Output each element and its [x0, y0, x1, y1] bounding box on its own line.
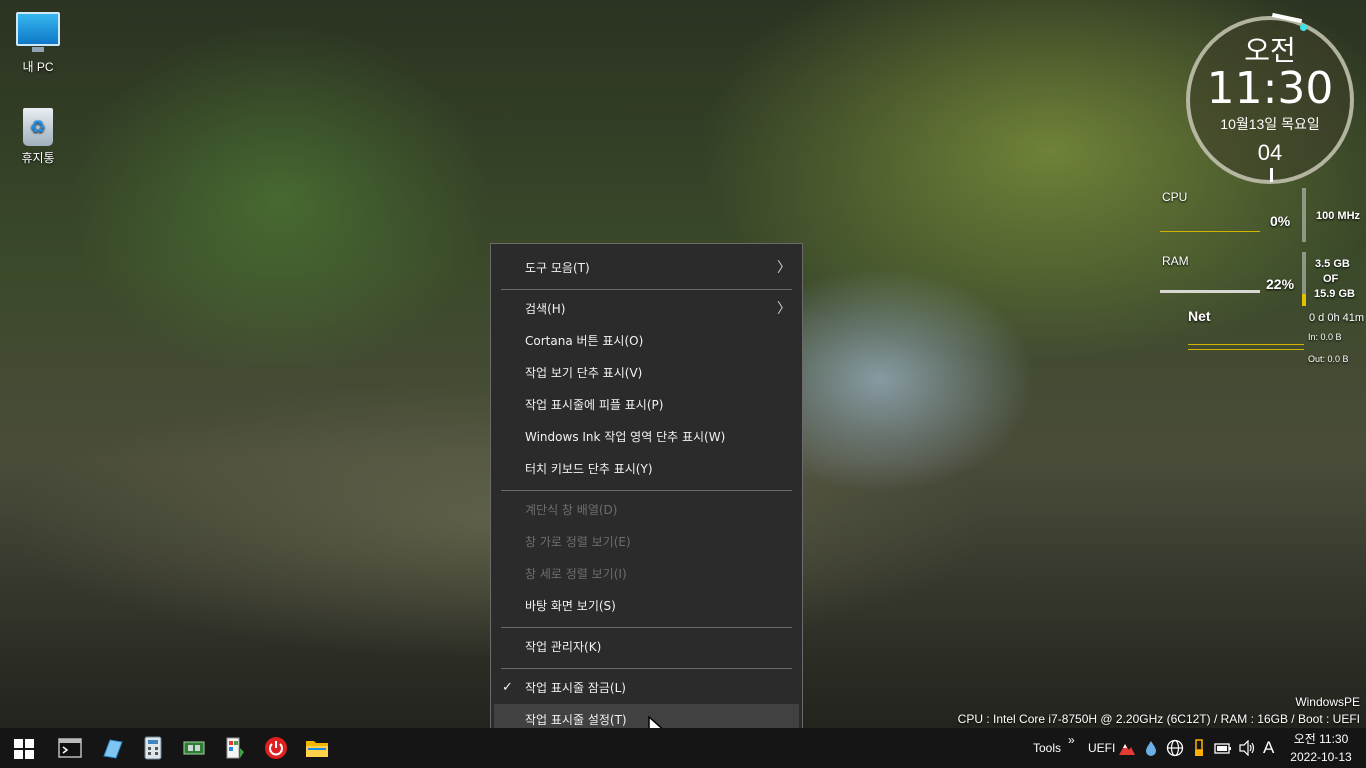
menu-item-label: 작업 표시줄 설정(T) — [525, 713, 627, 727]
clock-date: 10월13일 목요일 — [1220, 116, 1320, 132]
cpu-value: 0% — [1270, 213, 1291, 229]
menu-item-label: 작업 관리자(K) — [525, 640, 602, 654]
clock-widget: 오전 11:30 10월13일 목요일 04 — [1186, 12, 1354, 184]
battery-icon[interactable] — [1214, 741, 1232, 755]
menu-item-show-people[interactable]: 작업 표시줄에 피플 표시(P) — [494, 389, 799, 421]
windows-edition: WindowsPE — [1295, 695, 1360, 709]
system-specs: CPU : Intel Core i7-8750H @ 2.20GHz (6C1… — [957, 712, 1360, 726]
terminal-icon[interactable] — [58, 736, 82, 760]
clock-time: 11:30 — [1206, 63, 1334, 114]
menu-item-show-touch-keyboard[interactable]: 터치 키보드 단추 표시(Y) — [494, 453, 799, 485]
monitor-icon — [16, 12, 60, 52]
menu-separator — [501, 289, 792, 290]
toolbar-overflow-icon[interactable]: » — [1068, 720, 1075, 760]
ram-total: 15.9 GB — [1314, 288, 1355, 300]
usb-tray-icon[interactable] — [1192, 739, 1206, 757]
taskbar-date: 2022-10-13 — [1290, 750, 1352, 764]
net-graph-2 — [1188, 349, 1304, 350]
net-in: In: 0.0 B — [1308, 332, 1342, 342]
menu-item-label: 작업 표시줄 잠금(L) — [525, 681, 626, 695]
menu-separator — [501, 490, 792, 491]
seconds-arc — [1271, 12, 1303, 24]
desktop-icon-recycle-bin[interactable]: ♻ 휴지통 — [0, 108, 76, 166]
cpu-frequency: 100 MHz — [1316, 210, 1361, 222]
menu-item-label: 계단식 창 배열(D) — [525, 503, 618, 517]
volume-icon[interactable] — [1238, 740, 1256, 756]
power-icon[interactable] — [264, 736, 288, 760]
taskbar: Tools » UEFI A 오전 11:30 2022-10-13 — [0, 728, 1366, 768]
recycle-bin-icon: ♻ — [23, 108, 53, 146]
menu-item-label: 바탕 화면 보기(S) — [525, 599, 616, 613]
menu-item-search[interactable]: 검색(H) 〉 — [494, 293, 799, 325]
menu-item-cascade-windows: 계단식 창 배열(D) — [494, 494, 799, 526]
menu-item-show-desktop[interactable]: 바탕 화면 보기(S) — [494, 590, 799, 622]
clock-tick — [1270, 168, 1273, 182]
menu-item-show-cortana[interactable]: Cortana 버튼 표시(O) — [494, 325, 799, 357]
desktop-icon-label: 휴지통 — [21, 151, 55, 165]
menu-item-toolbars[interactable]: 도구 모음(T) 〉 — [494, 252, 799, 284]
menu-item-lock-taskbar[interactable]: ✓ 작업 표시줄 잠금(L) — [494, 672, 799, 704]
input-method-indicator[interactable]: A — [1263, 728, 1274, 768]
tools-toolbar-label[interactable]: Tools — [1033, 728, 1061, 768]
desktop-icon-this-pc[interactable]: 내 PC — [0, 12, 76, 75]
net-out: Out: 0.0 B — [1308, 354, 1349, 364]
ram-bar-fill — [1302, 294, 1306, 306]
chevron-right-icon: 〉 — [777, 301, 791, 317]
network-globe-icon[interactable] — [1166, 739, 1184, 757]
clock-seconds: 04 — [1257, 140, 1283, 165]
ram-value: 22% — [1266, 276, 1295, 292]
checkmark-icon: ✓ — [502, 680, 513, 695]
menu-item-show-ink-workspace[interactable]: Windows Ink 작업 영역 단추 표시(W) — [494, 421, 799, 453]
installer-icon[interactable] — [224, 736, 248, 760]
menu-separator — [501, 668, 792, 669]
ram-label: RAM — [1162, 254, 1189, 268]
taskbar-context-menu: 도구 모음(T) 〉 검색(H) 〉 Cortana 버튼 표시(O) 작업 보… — [490, 243, 803, 745]
ram-used: 3.5 GB — [1315, 258, 1350, 270]
folder-icon[interactable] — [305, 736, 329, 760]
notepad-icon[interactable] — [100, 736, 124, 760]
taskbar-clock[interactable]: 오전 11:30 2022-10-13 — [1285, 730, 1357, 766]
hardware-icon[interactable] — [182, 736, 206, 760]
ram-bar — [1302, 252, 1306, 306]
mountain-tray-icon[interactable] — [1118, 740, 1136, 756]
uptime: 0 d 0h 41m — [1309, 312, 1365, 324]
menu-item-label: 창 가로 정렬 보기(E) — [525, 535, 631, 549]
desktop-icon-label: 내 PC — [22, 60, 54, 74]
menu-item-stack-windows: 창 가로 정렬 보기(E) — [494, 526, 799, 558]
menu-item-side-by-side: 창 세로 정렬 보기(I) — [494, 558, 799, 590]
menu-item-label: 작업 표시줄에 피플 표시(P) — [525, 398, 664, 412]
cpu-bar — [1302, 188, 1306, 242]
drop-tray-icon[interactable] — [1144, 740, 1158, 756]
ram-graph — [1160, 290, 1260, 293]
ram-of: OF — [1323, 273, 1339, 285]
taskbar-time: 오전 11:30 — [1293, 732, 1349, 746]
menu-item-label: Windows Ink 작업 영역 단추 표시(W) — [525, 430, 726, 444]
menu-item-task-manager[interactable]: 작업 관리자(K) — [494, 631, 799, 663]
net-label: Net — [1188, 308, 1211, 324]
menu-item-label: 도구 모음(T) — [525, 261, 590, 275]
chevron-right-icon: 〉 — [777, 260, 791, 276]
menu-separator — [501, 627, 792, 628]
net-graph — [1188, 344, 1304, 345]
menu-item-label: 터치 키보드 단추 표시(Y) — [525, 462, 653, 476]
cpu-graph — [1160, 231, 1260, 232]
menu-item-show-task-view[interactable]: 작업 보기 단추 표시(V) — [494, 357, 799, 389]
clock-ampm: 오전 — [1244, 35, 1296, 66]
menu-item-label: 검색(H) — [525, 302, 566, 316]
start-icon[interactable] — [14, 739, 34, 759]
seconds-dot — [1300, 24, 1307, 31]
menu-item-label: 창 세로 정렬 보기(I) — [525, 567, 627, 581]
uefi-label: UEFI — [1088, 741, 1116, 755]
menu-item-label: Cortana 버튼 표시(O) — [525, 334, 644, 348]
calculator-icon[interactable] — [141, 736, 165, 760]
menu-item-label: 작업 보기 단추 표시(V) — [525, 366, 643, 380]
cpu-label: CPU — [1162, 190, 1188, 204]
